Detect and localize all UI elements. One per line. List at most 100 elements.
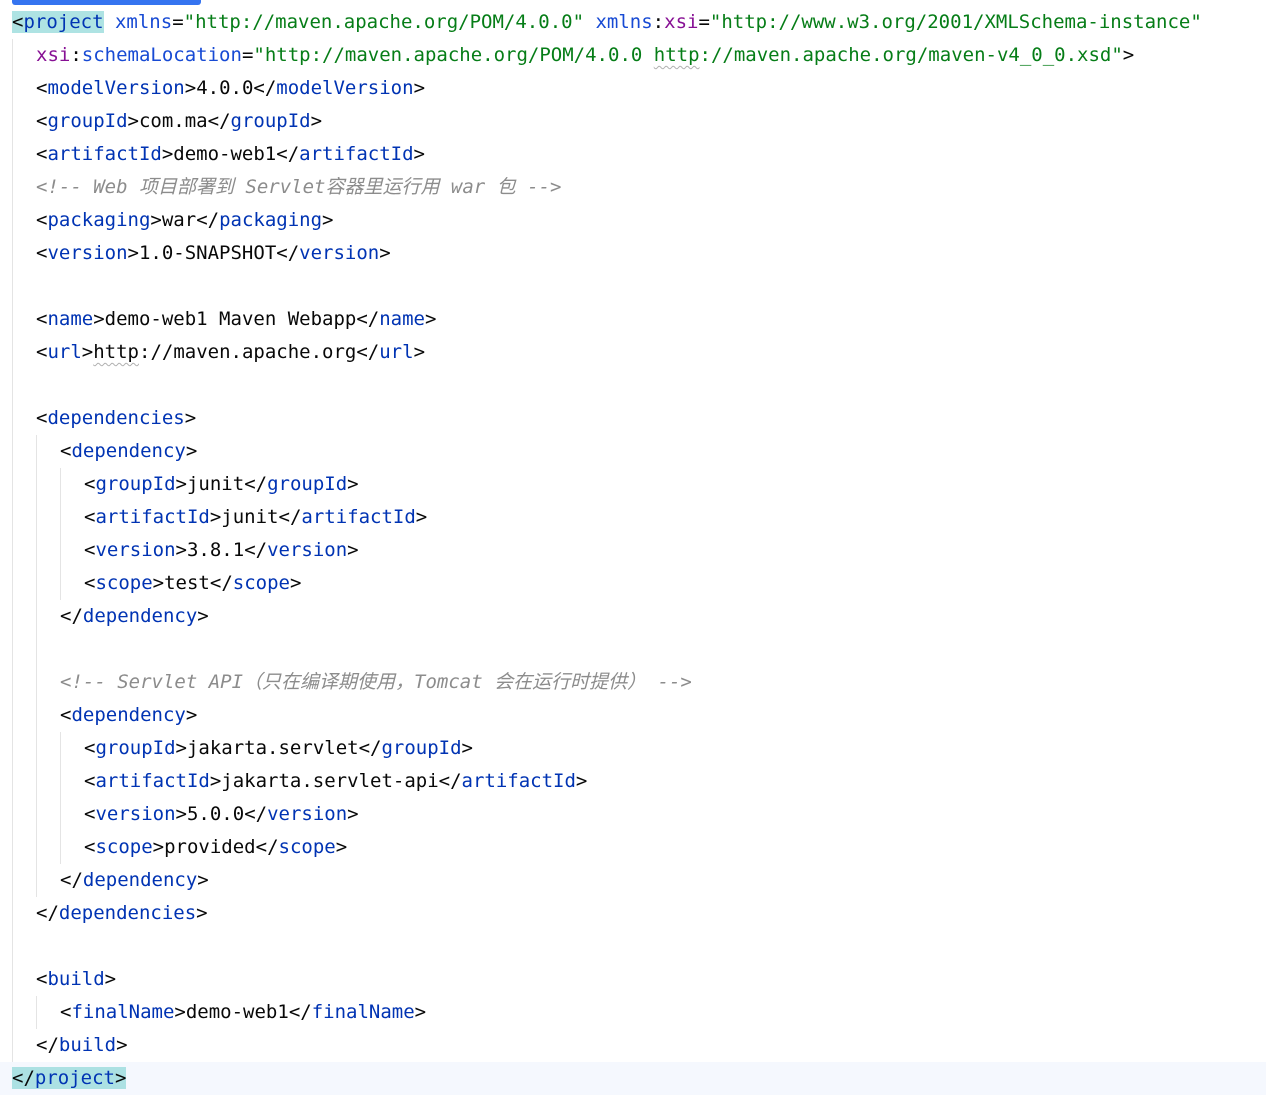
code-line[interactable]: xsi:schemaLocation="http://maven.apache.… <box>0 39 1266 72</box>
code-line[interactable]: <version>3.8.1</version> <box>0 534 1266 567</box>
xml-bracket: </ <box>438 770 462 792</box>
xml-bracket: > <box>322 209 334 231</box>
xml-bracket: > <box>184 77 197 99</box>
xml-bracket: < <box>36 407 48 429</box>
code-line[interactable]: <artifactId>jakarta.servlet-api</artifac… <box>0 765 1266 798</box>
xml-bracket: </ <box>356 341 380 363</box>
xml-tag-name: url <box>379 341 414 363</box>
code-line[interactable] <box>0 369 1266 402</box>
xml-bracket: < <box>60 1001 72 1023</box>
code-line-content: <dependency> <box>60 699 197 732</box>
code-line-content: </dependency> <box>60 600 209 633</box>
xml-attribute-value: http <box>653 44 700 66</box>
code-line[interactable]: <build> <box>0 963 1266 996</box>
code-line[interactable]: <dependency> <box>0 435 1266 468</box>
xml-text: 4.0.0 <box>196 77 254 99</box>
xml-bracket: > <box>116 1034 128 1056</box>
xml-bracket: </ <box>207 110 231 132</box>
xml-bracket: > <box>81 341 94 363</box>
code-line[interactable]: </build> <box>0 1029 1266 1062</box>
xml-text: junit <box>221 506 279 528</box>
code-line[interactable]: <dependencies> <box>0 402 1266 435</box>
xml-bracket: < <box>36 209 48 231</box>
code-line[interactable]: </dependency> <box>0 864 1266 897</box>
xml-text: ://maven.apache.org <box>139 341 357 363</box>
xml-bracket: = <box>172 11 184 33</box>
xml-tag-name: artifactId <box>461 770 576 792</box>
xml-bracket: > <box>414 1001 427 1023</box>
xml-tag-name: version <box>95 803 176 825</box>
code-line[interactable]: <packaging>war</packaging> <box>0 204 1266 237</box>
xml-tag-name: artifactId <box>95 770 210 792</box>
code-line[interactable]: <url>http://maven.apache.org</url> <box>0 336 1266 369</box>
code-line[interactable]: <version>1.0-SNAPSHOT</version> <box>0 237 1266 270</box>
xml-bracket: > <box>174 1001 186 1023</box>
code-line[interactable]: <groupId>com.ma</groupId> <box>0 105 1266 138</box>
code-line[interactable]: </dependencies> <box>0 897 1266 930</box>
code-line-content: </build> <box>36 1029 128 1062</box>
xml-bracket: = <box>241 44 254 66</box>
code-line-content: </dependency> <box>60 864 209 897</box>
xml-bracket: </ <box>278 506 302 528</box>
xml-bracket: </ <box>244 803 268 825</box>
code-line[interactable]: <groupId>jakarta.servlet</groupId> <box>0 732 1266 765</box>
xml-tag-name: artifactId <box>95 506 210 528</box>
xml-bracket: < <box>84 737 96 759</box>
xml-text: junit <box>186 473 245 495</box>
code-line[interactable]: </project> <box>0 1062 1266 1095</box>
xml-bracket: > <box>575 770 588 792</box>
code-line-content: </project> <box>12 1062 127 1095</box>
code-line[interactable]: <project xmlns="http://maven.apache.org/… <box>0 6 1266 39</box>
code-line-content: <version>3.8.1</version> <box>84 534 359 567</box>
code-line[interactable]: <version>5.0.0</version> <box>0 798 1266 831</box>
code-line[interactable]: <modelVersion>4.0.0</modelVersion> <box>0 72 1266 105</box>
xml-tag-name: build <box>47 968 105 990</box>
xml-text: http <box>93 341 139 363</box>
code-line-content: <url>http://maven.apache.org</url> <box>36 336 425 369</box>
xml-tag-name: scope <box>95 572 153 594</box>
xml-tag-name: name <box>379 308 425 330</box>
code-line[interactable]: <!-- Servlet API（只在编译期使用，Tomcat 会在运行时提供）… <box>0 666 1266 699</box>
code-line-content: <project xmlns="http://maven.apache.org/… <box>12 6 1202 39</box>
xml-tag-name: finalName <box>71 1001 175 1023</box>
xml-bracket: > <box>114 1067 127 1089</box>
xml-bracket: < <box>84 770 96 792</box>
xml-tag-name: version <box>95 539 176 561</box>
code-line-content: xsi:schemaLocation="http://maven.apache.… <box>36 39 1134 72</box>
code-line[interactable]: <finalName>demo-web1</finalName> <box>0 996 1266 1029</box>
code-line-content: <groupId>junit</groupId> <box>84 468 359 501</box>
code-line-content: <!-- Servlet API（只在编译期使用，Tomcat 会在运行时提供）… <box>60 666 692 699</box>
code-line[interactable] <box>0 270 1266 303</box>
code-editor[interactable]: <project xmlns="http://maven.apache.org/… <box>0 6 1266 1101</box>
xml-bracket: < <box>36 110 48 132</box>
xml-text: 1.0-SNAPSHOT <box>138 242 277 264</box>
code-line[interactable]: <dependency> <box>0 699 1266 732</box>
xml-bracket: < <box>36 341 48 363</box>
code-line-content: <finalName>demo-web1</finalName> <box>60 996 426 1029</box>
xml-tag-name: groupId <box>95 473 176 495</box>
code-line[interactable]: </dependency> <box>0 600 1266 633</box>
xml-text: demo-web1 Maven Webapp <box>104 308 357 330</box>
xml-bracket: < <box>36 968 48 990</box>
code-line[interactable]: <scope>provided</scope> <box>0 831 1266 864</box>
xml-tag-name: version <box>47 242 128 264</box>
code-line[interactable] <box>0 633 1266 666</box>
xml-comment: <!-- Servlet API（只在编译期使用，Tomcat 会在运行时提供）… <box>60 671 692 693</box>
code-line-content: <scope>test</scope> <box>84 567 301 600</box>
code-line[interactable]: <artifactId>demo-web1</artifactId> <box>0 138 1266 171</box>
code-line[interactable]: <artifactId>junit</artifactId> <box>0 501 1266 534</box>
xml-bracket: > <box>310 110 323 132</box>
xml-bracket: > <box>175 803 187 825</box>
code-line-content: <artifactId>jakarta.servlet-api</artifac… <box>84 765 587 798</box>
xml-bracket: > <box>425 308 437 330</box>
code-line[interactable]: <groupId>junit</groupId> <box>0 468 1266 501</box>
xml-text <box>584 11 595 33</box>
code-line[interactable]: <name>demo-web1 Maven Webapp</name> <box>0 303 1266 336</box>
code-line[interactable] <box>0 930 1266 963</box>
horizontal-scrollbar-thumb[interactable] <box>12 0 201 5</box>
xml-bracket: </ <box>288 1001 312 1023</box>
code-line[interactable]: <scope>test</scope> <box>0 567 1266 600</box>
xml-bracket: > <box>347 473 359 495</box>
xml-bracket: < <box>36 143 48 165</box>
code-line[interactable]: <!-- Web 项目部署到 Servlet容器里运行用 war 包 --> <box>0 171 1266 204</box>
